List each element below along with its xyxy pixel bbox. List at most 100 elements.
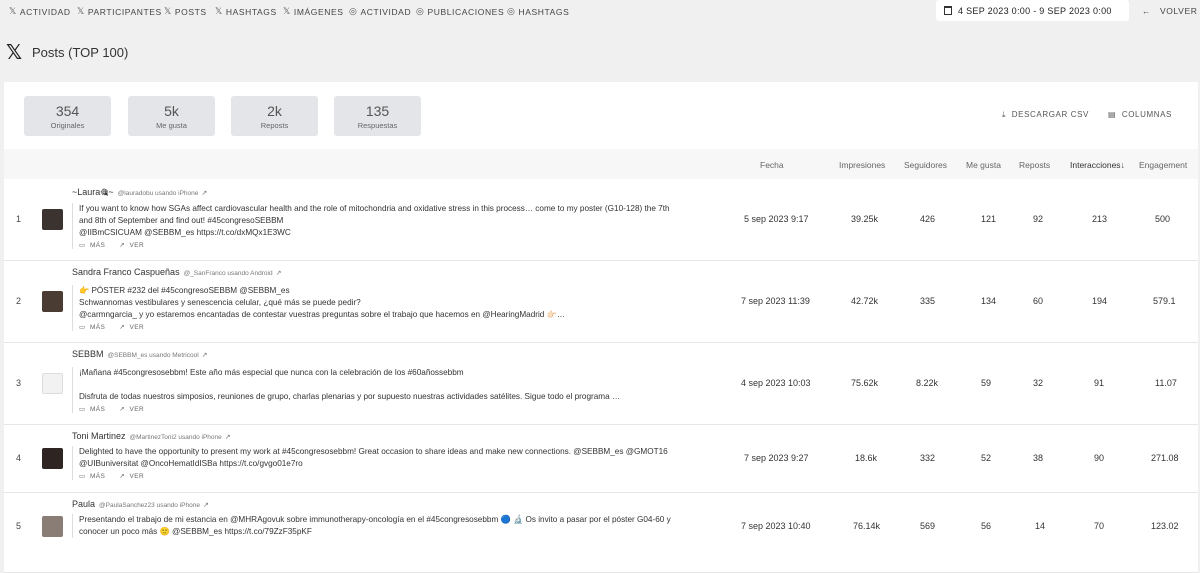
- cell-fecha: 7 sep 2023 11:39: [741, 296, 810, 306]
- x-logo-icon: 𝕏: [9, 6, 17, 16]
- comment-icon: ▭: [79, 324, 86, 331]
- page-title: Posts (TOP 100): [32, 45, 129, 60]
- stat-value: 354: [55, 103, 80, 119]
- cell-seguidores: 332: [920, 453, 936, 463]
- external-link-icon[interactable]: ↗: [225, 434, 231, 441]
- col-interacciones[interactable]: Interacciones↓: [1070, 160, 1125, 170]
- post-text-line: @UIBuniversitat @OncoHematIdISBa https:/…: [79, 459, 303, 468]
- cell-engagement: 11.07: [1155, 378, 1177, 388]
- row-rank: 4: [16, 453, 22, 463]
- avatar[interactable]: [42, 209, 63, 230]
- columns-button[interactable]: ▤ COLUMNAS: [1108, 110, 1172, 119]
- external-link-icon: ↗: [119, 473, 126, 480]
- external-link-icon: ↗: [119, 242, 126, 249]
- post-content: If you want to know how SGAs affect card…: [72, 203, 719, 249]
- cell-engagement: 271.08: [1151, 453, 1179, 463]
- arrow-left-icon: ←: [1142, 6, 1152, 16]
- post-actions: ▭ MÁS ↗ VER: [79, 241, 719, 249]
- nav-ig-hashtags[interactable]: ◎ HASHTAGS: [507, 6, 569, 17]
- more-button[interactable]: ▭ MÁS: [79, 241, 105, 249]
- cell-impresiones: 75.62k: [851, 378, 879, 388]
- post-text-line: If you want to know how SGAs affect card…: [79, 204, 670, 213]
- user-handle: @_SanFranco usando Android: [183, 270, 273, 277]
- row-rank: 3: [16, 378, 22, 388]
- cell-impresiones: 42.72k: [851, 296, 879, 306]
- nav-x-posts[interactable]: 𝕏 POSTS: [164, 6, 207, 17]
- x-logo-icon: 𝕏: [164, 6, 172, 16]
- table-row: 1 ~Laura🎕~ @lauradobu usando iPhone ↗ If y…: [4, 179, 1198, 261]
- stat-value: 5k: [164, 103, 179, 119]
- external-link-icon[interactable]: ↗: [202, 352, 208, 359]
- post-text-line: Disfruta de todas nuestros simposios, re…: [79, 392, 621, 401]
- user-name[interactable]: SEBBM @SEBBM_es usando Metricool ↗: [72, 349, 208, 359]
- external-link-icon[interactable]: ↗: [203, 502, 209, 509]
- cell-interacciones: 213: [1092, 214, 1108, 224]
- table-row: 4 Toni Martinez @MartinezToni2 usando iPh…: [4, 425, 1198, 493]
- post-actions: ▭ MÁS ↗ VER: [79, 405, 719, 413]
- col-seguidores[interactable]: Seguidores: [904, 160, 947, 170]
- stat-value: 135: [365, 103, 390, 119]
- cell-fecha: 5 sep 2023 9:17: [744, 214, 809, 224]
- cell-me-gusta: 56: [981, 521, 992, 531]
- nav-x-actividad[interactable]: 𝕏 ACTIVIDAD: [9, 6, 71, 17]
- stat-value: 2k: [267, 103, 282, 119]
- col-impresiones[interactable]: Impresiones: [839, 160, 885, 170]
- external-link-icon[interactable]: ↗: [201, 190, 207, 197]
- col-engagement[interactable]: Engagement: [1139, 160, 1187, 170]
- post-content: Delighted to have the opportunity to pre…: [72, 446, 719, 480]
- post-text-line: ¡Mañana #45congresosebbm! Este año más e…: [79, 368, 464, 377]
- avatar[interactable]: [42, 448, 63, 469]
- cell-me-gusta: 59: [981, 378, 992, 388]
- avatar[interactable]: [42, 373, 63, 394]
- cell-reposts: 14: [1035, 521, 1046, 531]
- cell-fecha: 7 sep 2023 9:27: [744, 453, 809, 463]
- col-reposts[interactable]: Reposts: [1019, 160, 1050, 170]
- nav-x-imagenes[interactable]: 𝕏 IMÁGENES: [283, 6, 344, 17]
- back-button[interactable]: ← VOLVER: [1142, 6, 1197, 16]
- stat-originales: 354 Originales: [24, 96, 111, 136]
- cell-reposts: 32: [1033, 378, 1044, 388]
- sort-desc-icon: ↓: [1120, 160, 1125, 170]
- table-row: 5 Paula @PaulaSanchez23 usando iPhone ↗ Pr…: [4, 493, 1198, 573]
- view-button[interactable]: ↗ VER: [119, 405, 144, 413]
- avatar[interactable]: [42, 291, 63, 312]
- columns-icon: ▤: [1108, 110, 1117, 119]
- post-content: 👉 PÓSTER #232 del #45congresoSEBBM @SEBB…: [72, 285, 719, 331]
- user-name[interactable]: Toni Martinez @MartinezToni2 usando iPhon…: [72, 431, 231, 441]
- cell-impresiones: 39.25k: [851, 214, 879, 224]
- external-link-icon[interactable]: ↗: [276, 270, 282, 277]
- view-button[interactable]: ↗ VER: [119, 323, 144, 331]
- nav-x-participantes[interactable]: 𝕏 PARTICIPANTES: [77, 6, 162, 17]
- cell-seguidores: 8.22k: [916, 378, 939, 388]
- more-button[interactable]: ▭ MÁS: [79, 472, 105, 480]
- download-csv-button[interactable]: ⤓ DESCARGAR CSV: [1002, 110, 1089, 120]
- row-rank: 5: [16, 521, 22, 531]
- stat-reposts: 2k Reposts: [231, 96, 318, 136]
- nav-ig-actividad[interactable]: ◎ ACTIVIDAD: [349, 6, 411, 17]
- more-button[interactable]: ▭ MÁS: [79, 405, 105, 413]
- comment-icon: ▭: [79, 473, 86, 480]
- col-fecha[interactable]: Fecha: [760, 160, 784, 170]
- user-name[interactable]: ~Laura🎕~ @lauradobu usando iPhone ↗: [72, 185, 207, 201]
- table-row: 3 SEBBM @SEBBM_es usando Metricool ↗ ¡Maña…: [4, 343, 1198, 425]
- nav-ig-publicaciones[interactable]: ◎ PUBLICACIONES: [416, 6, 504, 17]
- x-logo-icon: 𝕏: [215, 6, 223, 16]
- x-logo-icon: 𝕏: [77, 6, 85, 16]
- more-button[interactable]: ▭ MÁS: [79, 323, 105, 331]
- avatar[interactable]: [42, 516, 63, 537]
- view-button[interactable]: ↗ VER: [119, 241, 144, 249]
- user-handle: @MartinezToni2 usando iPhone: [129, 434, 222, 441]
- view-button[interactable]: ↗ VER: [119, 472, 144, 480]
- col-me-gusta[interactable]: Me gusta: [966, 160, 1001, 170]
- post-content: Presentando el trabajo de mi estancia en…: [72, 514, 719, 538]
- post-text-line: and 8th of September and find out! #45co…: [79, 216, 284, 225]
- cell-interacciones: 90: [1094, 453, 1105, 463]
- user-name[interactable]: Sandra Franco Caspueñas @_SanFranco usand…: [72, 267, 281, 277]
- post-text-line: Delighted to have the opportunity to pre…: [79, 447, 668, 456]
- cell-fecha: 4 sep 2023 10:03: [741, 378, 811, 388]
- nav-x-hashtags[interactable]: 𝕏 HASHTAGS: [215, 6, 277, 17]
- cell-me-gusta: 52: [981, 453, 992, 463]
- user-name[interactable]: Paula @PaulaSanchez23 usando iPhone ↗: [72, 499, 209, 509]
- date-range-picker[interactable]: 4 SEP 2023 0:00 - 9 SEP 2023 0:00: [936, 0, 1129, 21]
- post-text-line: 👉 PÓSTER #232 del #45congresoSEBBM @SEBB…: [79, 286, 290, 295]
